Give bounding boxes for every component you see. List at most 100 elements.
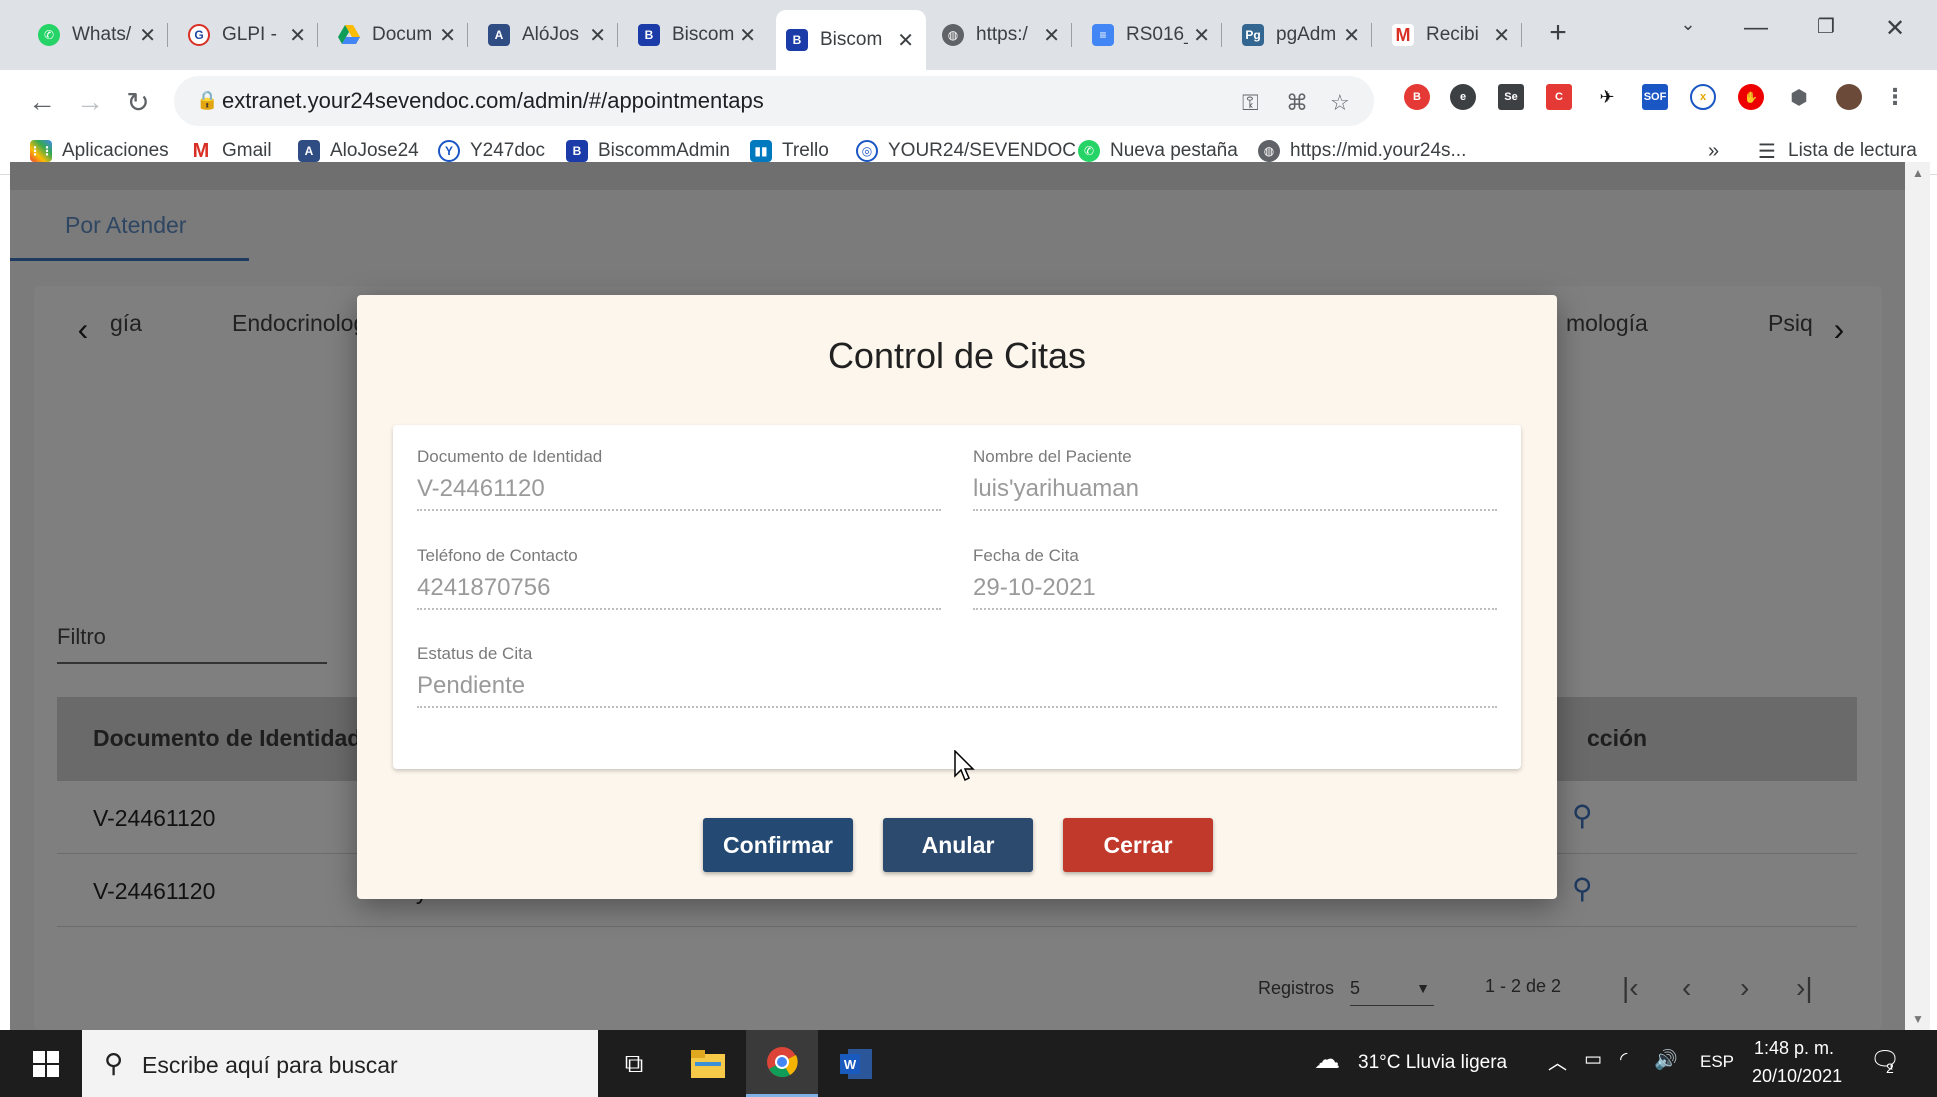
volume-icon[interactable]: 🔊: [1654, 1048, 1678, 1072]
restore-button[interactable]: ❐: [1806, 14, 1846, 39]
minimize-button[interactable]: —: [1736, 14, 1776, 42]
page-scrollbar[interactable]: ▲ ▼: [1905, 162, 1930, 1030]
tab-por-atender[interactable]: Por Atender: [65, 212, 186, 239]
wifi-icon[interactable]: ◜: [1620, 1048, 1627, 1071]
browser-tab[interactable]: G GLPI - ✕: [178, 14, 318, 56]
new-tab-button[interactable]: +: [1538, 16, 1578, 50]
reading-list-button[interactable]: ☰ Lista de lectura: [1756, 140, 1917, 163]
chrome-icon[interactable]: [746, 1030, 818, 1097]
search-icon[interactable]: ⚲: [1572, 872, 1593, 905]
taskbar-search-box[interactable]: ⚲ Escribe aquí para buscar: [82, 1030, 598, 1097]
extension-icon[interactable]: SOF: [1642, 84, 1668, 110]
translate-icon[interactable]: ⌘: [1286, 90, 1308, 116]
browser-tab[interactable]: B Biscom ✕: [628, 14, 768, 56]
file-explorer-icon[interactable]: [672, 1030, 744, 1097]
profile-avatar[interactable]: [1836, 84, 1862, 110]
close-icon[interactable]: ✕: [739, 23, 756, 48]
document-field[interactable]: Documento de Identidad V-24461120: [417, 447, 941, 537]
extension-icon[interactable]: B: [1404, 84, 1430, 110]
extensions-puzzle-icon[interactable]: ⬢: [1786, 84, 1812, 110]
bookmark-alojose[interactable]: A AloJose24: [298, 140, 419, 162]
close-icon[interactable]: ✕: [1493, 23, 1510, 48]
browser-tab[interactable]: A AlóJos ✕: [478, 14, 618, 56]
specialty-tab[interactable]: Psiq: [1768, 310, 1813, 337]
appointment-date-field[interactable]: Fecha de Cita 29-10-2021: [973, 546, 1497, 636]
specialty-tab[interactable]: Endocrinolog: [232, 310, 366, 337]
language-indicator[interactable]: ESP: [1700, 1052, 1734, 1072]
bookmark-y247doc[interactable]: Y Y247doc: [438, 140, 545, 162]
cancel-appointment-button[interactable]: Anular: [883, 818, 1033, 872]
reload-button[interactable]: ↻: [118, 82, 158, 122]
weather-text[interactable]: 31°C Lluvia ligera: [1358, 1052, 1507, 1074]
scroll-down-icon[interactable]: ▼: [1912, 1012, 1924, 1026]
browser-tab-active[interactable]: B Biscom ✕: [776, 10, 926, 70]
bookmark-label: Aplicaciones: [62, 140, 169, 161]
browser-tab[interactable]: ≡ RS016_ ✕: [1082, 14, 1222, 56]
chevron-left-icon[interactable]: ‹: [56, 298, 110, 360]
scroll-up-icon[interactable]: ▲: [1912, 166, 1924, 180]
confirm-button[interactable]: Confirmar: [703, 818, 853, 872]
bookmark-trello[interactable]: ▮▮ Trello: [750, 140, 829, 162]
close-button[interactable]: Cerrar: [1063, 818, 1213, 872]
close-icon[interactable]: ✕: [439, 23, 456, 48]
key-icon[interactable]: ⚿: [1242, 90, 1259, 116]
last-page-icon[interactable]: ›|: [1796, 972, 1813, 1004]
page-size-select[interactable]: 5 ▼: [1350, 978, 1434, 1006]
bookmark-star-icon[interactable]: ☆: [1330, 90, 1350, 116]
phone-field[interactable]: Teléfono de Contacto 4241870756: [417, 546, 941, 636]
forward-button[interactable]: →: [70, 82, 110, 122]
svg-text:W: W: [844, 1057, 857, 1072]
first-page-icon[interactable]: |‹: [1622, 972, 1639, 1004]
close-icon[interactable]: ✕: [1193, 23, 1210, 48]
clock-time[interactable]: 1:48 p. m.: [1754, 1038, 1834, 1059]
close-icon[interactable]: ✕: [897, 28, 914, 53]
bookmark-biscommadmin[interactable]: B BiscommAdmin: [566, 140, 730, 162]
close-icon[interactable]: ✕: [1343, 23, 1360, 48]
window-close-button[interactable]: ✕: [1875, 14, 1915, 43]
word-icon[interactable]: W: [820, 1030, 892, 1097]
specialty-tab[interactable]: gía: [110, 310, 142, 337]
browser-tab[interactable]: Docum ✕: [328, 14, 468, 56]
chevron-right-icon[interactable]: ›: [1812, 298, 1866, 360]
extension-icon[interactable]: e: [1450, 84, 1476, 110]
clock-date[interactable]: 20/10/2021: [1752, 1066, 1842, 1087]
tab-title: Whats/: [72, 24, 132, 45]
specialty-tab[interactable]: mología: [1566, 310, 1648, 337]
bookmark-your24[interactable]: ◎ YOUR24/SEVENDOC: [856, 140, 1076, 162]
tab-search-icon[interactable]: ⌄: [1668, 14, 1708, 35]
bookmarks-overflow-button[interactable]: »: [1708, 140, 1719, 163]
browser-tab[interactable]: Pg pgAdm ✕: [1232, 14, 1372, 56]
windows-start-button[interactable]: [10, 1030, 82, 1097]
show-hidden-icons-icon[interactable]: ︿: [1548, 1048, 1567, 1075]
close-icon[interactable]: ✕: [139, 23, 156, 48]
extension-icon[interactable]: ✈: [1594, 84, 1620, 110]
extension-icon[interactable]: x: [1690, 84, 1716, 110]
bookmark-gmail[interactable]: M Gmail: [190, 140, 272, 162]
previous-page-icon[interactable]: ‹: [1682, 972, 1691, 1004]
browser-tab[interactable]: ◍ https:/ ✕: [932, 14, 1072, 56]
task-view-icon[interactable]: ⧉: [598, 1030, 670, 1097]
battery-icon[interactable]: ▭: [1584, 1048, 1602, 1071]
adblock-icon[interactable]: ✋: [1738, 84, 1764, 110]
field-value: Pendiente: [417, 672, 526, 699]
next-page-icon[interactable]: ›: [1740, 972, 1749, 1004]
field-value: luis'yarihuaman: [973, 475, 1139, 502]
address-bar[interactable]: 🔒 extranet.your24sevendoc.com/admin/#/ap…: [174, 76, 1374, 126]
extension-icon[interactable]: C: [1546, 84, 1572, 110]
bookmark-apps[interactable]: ⋮⋮ Aplicaciones: [29, 140, 169, 162]
search-icon[interactable]: ⚲: [1572, 799, 1593, 832]
browser-tab[interactable]: M Recibi ✕: [1382, 14, 1522, 56]
close-icon[interactable]: ✕: [289, 23, 306, 48]
selenium-icon[interactable]: Se: [1498, 84, 1524, 110]
bookmark-nueva-pestana[interactable]: ✆ Nueva pestaña: [1078, 140, 1238, 162]
back-button[interactable]: ←: [22, 82, 62, 122]
menu-kebab-icon[interactable]: ⋮: [1882, 84, 1908, 110]
bookmark-mid[interactable]: ◍ https://mid.your24s...: [1258, 140, 1466, 162]
close-icon[interactable]: ✕: [1043, 23, 1060, 48]
pgadmin-icon: Pg: [1242, 24, 1264, 46]
patient-name-field[interactable]: Nombre del Paciente luis'yarihuaman: [973, 447, 1497, 537]
appointment-status-field[interactable]: Estatus de Cita Pendiente: [417, 644, 1497, 734]
filter-input[interactable]: Filtro: [57, 624, 106, 650]
close-icon[interactable]: ✕: [589, 23, 606, 48]
browser-tab[interactable]: ✆ Whats/ ✕: [28, 14, 168, 56]
